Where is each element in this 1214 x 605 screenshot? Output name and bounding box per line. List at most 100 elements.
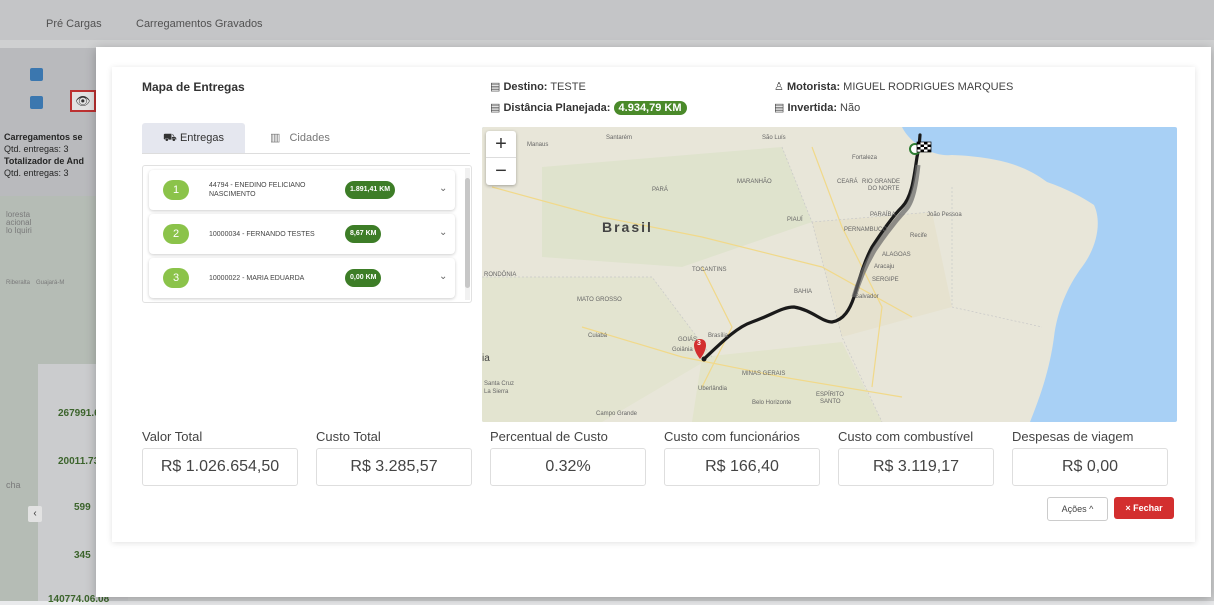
- delivery-km-badge: 0,00 KM: [345, 269, 382, 287]
- tab-label: Cidades: [289, 132, 330, 144]
- map-zoom-controls: + −: [486, 131, 516, 185]
- user-icon: ♙: [774, 81, 784, 93]
- map-label: SANTO: [820, 399, 841, 405]
- truck-icon: ⛟: [163, 132, 177, 144]
- list-scrollbar-thumb[interactable]: [465, 178, 470, 288]
- metric-label: Valor Total: [142, 429, 203, 444]
- delivery-number: 2: [163, 224, 189, 244]
- invertida-value: Não: [840, 102, 861, 114]
- metric-label: Percentual de Custo: [490, 429, 608, 444]
- delivery-name: 44794 - ENEDINO FELICIANO NASCIMENTO: [209, 182, 306, 198]
- map-label: Aracaju: [874, 264, 895, 270]
- delivery-km-badge: 1.891,41 KM: [345, 181, 396, 199]
- tab-label: Entregas: [179, 132, 224, 144]
- metric-label: Custo Total: [316, 429, 381, 444]
- destino-value: TESTE: [550, 81, 586, 93]
- acoes-button[interactable]: Ações ^: [1047, 497, 1108, 521]
- destino-label: Destino:: [503, 81, 548, 93]
- modal-tabs: ⛟ Entregas ▥ Cidades: [142, 123, 470, 154]
- metric-value-box: R$ 0,00: [1012, 448, 1168, 486]
- map-label: Santa Cruz: [484, 381, 515, 387]
- map-label: BAHIA: [794, 289, 813, 295]
- map-label: PIAUÍ: [787, 217, 803, 223]
- metric-label: Custo com combustível: [838, 429, 974, 444]
- map-label: MATO GROSSO: [577, 297, 622, 303]
- metric-value-box: R$ 3.119,17: [838, 448, 994, 486]
- map-label: Fortaleza: [852, 155, 878, 161]
- motorista-info: ♙ Motorista: MIGUEL RODRIGUES MARQUES: [774, 80, 1013, 93]
- map-label: João Pessoa: [927, 212, 962, 218]
- fechar-button[interactable]: × Fechar: [1114, 497, 1174, 519]
- destino-info: ▤ Destino: TESTE: [490, 80, 586, 93]
- distancia-value: 4.934,79 KM: [613, 101, 687, 115]
- motorista-label: Motorista:: [786, 81, 841, 93]
- map-label: La Sierra: [484, 389, 509, 395]
- map-country-label: Brasil: [602, 219, 653, 235]
- map-label: TOCANTINS: [692, 267, 727, 273]
- map-label: ia: [482, 353, 490, 364]
- map-label: Uberlândia: [698, 386, 728, 392]
- map-label: MINAS GERAIS: [742, 371, 786, 377]
- zoom-in-button[interactable]: +: [486, 131, 516, 157]
- map-label: Manaus: [527, 142, 549, 148]
- map-icon: ▤: [774, 102, 785, 114]
- chevron-down-icon[interactable]: ⌄: [439, 183, 447, 194]
- invertida-label: Invertida:: [787, 102, 837, 114]
- map-canvas: [482, 127, 1177, 422]
- map-label: Salvador: [855, 294, 879, 300]
- map-label: RIO GRANDE: [862, 179, 901, 185]
- checkered-flag-icon[interactable]: [916, 141, 932, 153]
- city-icon: ▥: [270, 132, 281, 144]
- delivery-item[interactable]: 2 10000034 - FERNANDO TESTES 8,67 KM ⌄: [149, 214, 455, 254]
- distancia-info: ▤ Distância Planejada: 4.934,79 KM: [490, 101, 687, 115]
- map-icon: ▤: [490, 102, 501, 114]
- map-icon: ▤: [490, 81, 501, 93]
- tab-entregas[interactable]: ⛟ Entregas: [142, 123, 245, 153]
- chevron-down-icon[interactable]: ⌄: [439, 271, 447, 282]
- map-label: Goiânia: [672, 347, 693, 353]
- delivery-name: 10000034 - FERNANDO TESTES: [209, 231, 315, 238]
- modal-title: Mapa de Entregas: [142, 80, 245, 94]
- delivery-number: 1: [163, 180, 189, 200]
- route-marker-number: 3: [697, 340, 701, 347]
- map-label: Santarém: [606, 135, 633, 141]
- map-label: Campo Grande: [596, 411, 638, 417]
- map-label: Brasília: [708, 333, 729, 339]
- map-label: PARAÍBA: [870, 212, 896, 218]
- delivery-map-modal: Mapa de Entregas ▤ Destino: TESTE ▤ Dist…: [96, 47, 1211, 597]
- map-label: PARÁ: [652, 187, 668, 193]
- motorista-value: MIGUEL RODRIGUES MARQUES: [843, 81, 1014, 93]
- map-label: ESPÍRITO: [816, 392, 844, 398]
- deliveries-list[interactable]: 1 44794 - ENEDINO FELICIANO NASCIMENTO 1…: [142, 165, 472, 303]
- map-label: DO NORTE: [868, 186, 900, 192]
- map-label: Belo Horizonte: [752, 400, 792, 406]
- modal-content: Mapa de Entregas ▤ Destino: TESTE ▤ Dist…: [112, 67, 1195, 542]
- tab-cidades[interactable]: ▥ Cidades: [270, 123, 330, 153]
- route-map[interactable]: + − Manaus Santarém São Luís Fortaleza P…: [482, 127, 1177, 422]
- metric-value-box: R$ 1.026.654,50: [142, 448, 298, 486]
- delivery-number: 3: [163, 268, 189, 288]
- map-label: São Luís: [762, 135, 786, 141]
- metric-value-box: R$ 166,40: [664, 448, 820, 486]
- map-label: Recife: [910, 233, 928, 239]
- invertida-info: ▤ Invertida: Não: [774, 101, 860, 114]
- map-label: PERNAMBUCO: [844, 227, 888, 233]
- delivery-name: 10000022 - MARIA EDUARDA: [209, 275, 305, 282]
- delivery-item[interactable]: 1 44794 - ENEDINO FELICIANO NASCIMENTO 1…: [149, 170, 455, 210]
- zoom-out-button[interactable]: −: [486, 157, 516, 184]
- metric-value-box: 0.32%: [490, 448, 646, 486]
- metric-label: Custo com funcionários: [664, 429, 800, 444]
- distancia-label: Distância Planejada:: [503, 102, 611, 114]
- metric-label: Despesas de viagem: [1012, 429, 1134, 444]
- map-label: ALAGOAS: [882, 252, 911, 258]
- map-label: MARANHÃO: [737, 179, 772, 185]
- map-label: RONDÔNIA: [484, 272, 517, 278]
- chevron-down-icon[interactable]: ⌄: [439, 227, 447, 238]
- map-label: Cuiabá: [588, 333, 608, 339]
- map-label: GOIÁS: [678, 337, 698, 343]
- metric-value-box: R$ 3.285,57: [316, 448, 472, 486]
- map-label: SERGIPE: [872, 277, 899, 283]
- delivery-item[interactable]: 3 10000022 - MARIA EDUARDA 0,00 KM ⌄: [149, 258, 455, 298]
- delivery-km-badge: 8,67 KM: [345, 225, 382, 243]
- map-label: CEARÁ: [837, 179, 858, 185]
